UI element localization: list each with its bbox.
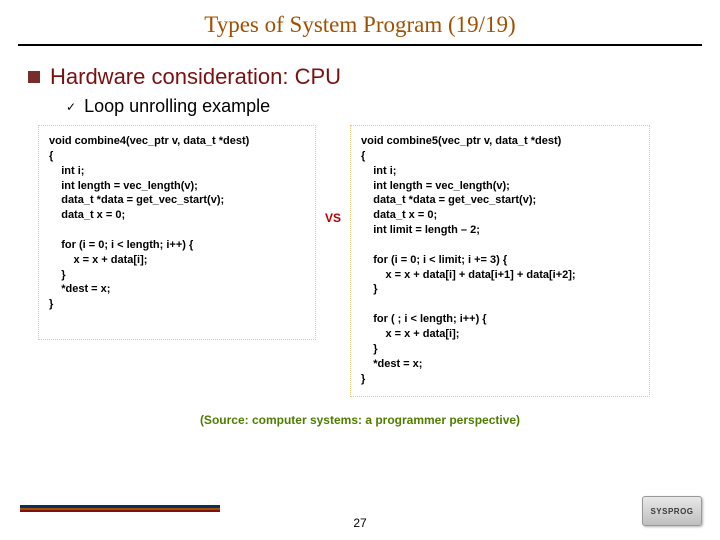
sub-bullet-text: Loop unrolling example (84, 96, 270, 117)
content-area: Hardware consideration: CPU ✓ Loop unrol… (0, 58, 720, 427)
check-icon: ✓ (66, 100, 76, 114)
slide-title: Types of System Program (19/19) (0, 0, 720, 44)
logo-badge: SYSPROG (642, 496, 702, 526)
footer-color-bar (20, 505, 220, 512)
main-bullet-row: Hardware consideration: CPU (28, 64, 692, 90)
code-block-combine5: void combine5(vec_ptr v, data_t *dest) {… (350, 125, 650, 397)
page-number: 27 (0, 516, 720, 530)
code-block-combine4: void combine4(vec_ptr v, data_t *dest) {… (38, 125, 316, 340)
square-bullet-icon (28, 71, 40, 83)
logo-text: SYSPROG (650, 507, 693, 516)
sub-bullet-row: ✓ Loop unrolling example (66, 96, 692, 117)
source-citation: (Source: computer systems: a programmer … (28, 413, 692, 427)
title-divider (18, 44, 702, 46)
code-comparison-row: void combine4(vec_ptr v, data_t *dest) {… (38, 125, 682, 397)
main-bullet-text: Hardware consideration: CPU (50, 64, 341, 90)
vs-label: VS (322, 125, 344, 225)
bar-maroon (20, 510, 220, 512)
footer: 27 SYSPROG (0, 500, 720, 530)
